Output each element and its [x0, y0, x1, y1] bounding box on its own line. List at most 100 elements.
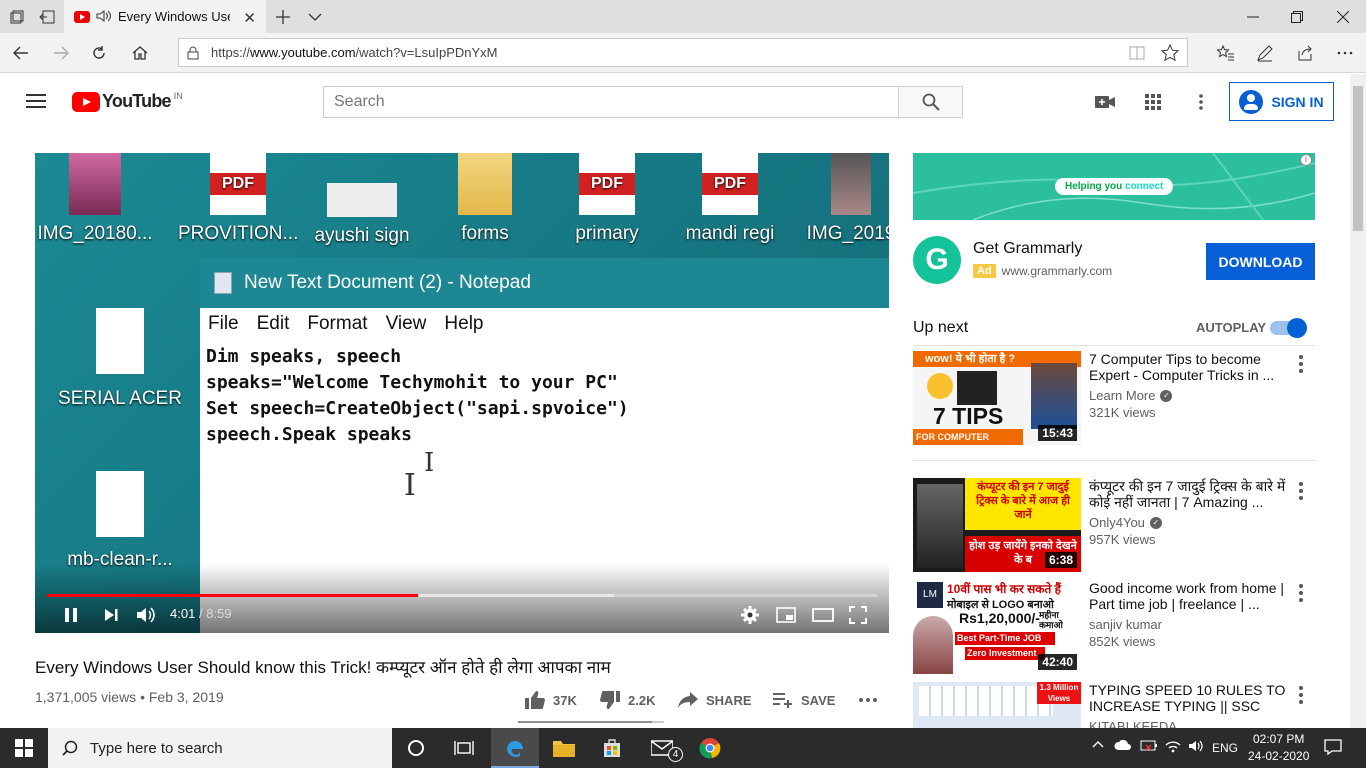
desktop-icon: PDF PROVITION...: [178, 153, 298, 245]
edge-browser-icon[interactable]: [491, 728, 539, 768]
home-icon[interactable]: [129, 42, 151, 64]
reading-view-icon[interactable]: [1129, 45, 1145, 61]
mail-icon[interactable]: 4: [638, 728, 686, 768]
close-window-icon[interactable]: [1320, 0, 1366, 33]
miniplayer-icon[interactable]: [774, 603, 798, 627]
battery-warning-icon[interactable]: [1140, 739, 1158, 753]
video-thumbnail[interactable]: 1.3 Million Views: [913, 682, 1081, 728]
recommended-video[interactable]: 1.3 Million Views TYPING SPEED 10 RULES …: [913, 682, 1315, 728]
video-duration: 15:43: [1038, 425, 1077, 441]
ad-banner-pill: Helping you connect: [1055, 178, 1174, 195]
hamburger-menu-icon[interactable]: [26, 94, 46, 112]
page-scrollbar[interactable]: [1350, 74, 1366, 728]
more-menu-icon[interactable]: [1334, 42, 1356, 64]
download-button[interactable]: DOWNLOAD: [1206, 243, 1315, 280]
store-icon[interactable]: [588, 728, 636, 768]
favorites-list-icon[interactable]: [1215, 42, 1237, 64]
view-count: 852K views: [1089, 634, 1156, 649]
video-title[interactable]: 7 Computer Tips to become Expert - Compu…: [1089, 351, 1289, 383]
video-menu-icon[interactable]: [1299, 584, 1303, 605]
save-button[interactable]: SAVE: [773, 689, 835, 711]
more-actions-icon[interactable]: [858, 689, 878, 711]
language-indicator[interactable]: ENG: [1212, 741, 1238, 755]
action-center-icon[interactable]: [1324, 739, 1342, 755]
taskbar-search-input[interactable]: Type here to search: [48, 728, 392, 768]
minimize-icon[interactable]: [1230, 0, 1276, 33]
progress-bar[interactable]: [47, 594, 877, 597]
browser-tab-active[interactable]: Every Windows Use ✕: [64, 0, 266, 33]
video-thumbnail[interactable]: LM 10वीं पास भी कर सकते हैं मोबाइल से LO…: [913, 580, 1081, 674]
system-clock[interactable]: 02:07 PM 24-02-2020: [1248, 731, 1309, 765]
recommended-video[interactable]: wow! ये भी होता है ? 7 TIPS FOR COMPUTER…: [913, 351, 1315, 445]
tabs-aside-icon[interactable]: [36, 6, 58, 28]
share-icon[interactable]: [1294, 42, 1316, 64]
refresh-icon[interactable]: [88, 42, 110, 64]
ad-info-icon[interactable]: i: [1300, 154, 1312, 166]
video-thumbnail[interactable]: कंप्यूटर की इन 7 जादुई ट्रिक्स के बारे म…: [913, 478, 1081, 572]
video-thumbnail[interactable]: wow! ये भी होता है ? 7 TIPS FOR COMPUTER…: [913, 351, 1081, 445]
autoplay-toggle[interactable]: [1270, 318, 1307, 338]
notepad-content: Dim speaks, speech speaks="Welcome Techy…: [200, 340, 889, 448]
network-icon[interactable]: [1164, 739, 1182, 753]
share-button[interactable]: SHARE: [678, 689, 752, 711]
search-input[interactable]: Search: [323, 86, 899, 118]
ad-banner[interactable]: Helping you connect: [913, 153, 1315, 220]
video-title[interactable]: TYPING SPEED 10 RULES TO INCREASE TYPING…: [1089, 682, 1289, 714]
video-menu-icon[interactable]: [1299, 686, 1303, 707]
tray-chevron-icon[interactable]: [1092, 739, 1104, 749]
windows-start-icon[interactable]: [0, 728, 48, 768]
code-line: Dim speaks, speech: [206, 346, 402, 367]
like-button[interactable]: 37K: [525, 689, 577, 711]
notepad-titlebar: New Text Document (2) - Notepad: [200, 258, 889, 308]
task-view-icon[interactable]: [440, 728, 488, 768]
desktop-icon: IMG_20180...: [35, 153, 155, 245]
favorite-star-icon[interactable]: [1161, 44, 1179, 62]
tab-close-icon[interactable]: ✕: [243, 9, 256, 27]
tab-actions-icon[interactable]: [6, 6, 28, 28]
youtube-header: YouTube IN Search SIGN IN: [0, 74, 1350, 129]
pause-icon[interactable]: [59, 603, 83, 627]
speaker-icon[interactable]: [96, 9, 112, 23]
next-icon[interactable]: [99, 603, 123, 627]
pen-icon[interactable]: [1254, 42, 1276, 64]
theater-mode-icon[interactable]: [810, 603, 836, 627]
view-count: 957K views: [1089, 532, 1156, 547]
video-meta: 1,371,005 views • Feb 3, 2019: [35, 689, 224, 705]
video-title[interactable]: Good income work from home | Part time j…: [1089, 580, 1289, 612]
chevron-down-icon[interactable]: [304, 6, 326, 28]
chrome-icon[interactable]: [686, 728, 734, 768]
apps-grid-icon[interactable]: [1141, 90, 1165, 114]
onedrive-icon[interactable]: [1114, 739, 1132, 751]
recommended-video[interactable]: कंप्यूटर की इन 7 जादुई ट्रिक्स के बारे म…: [913, 478, 1315, 572]
cortana-icon[interactable]: [392, 728, 440, 768]
video-player[interactable]: IMG_20180... PDF PROVITION... ayushi sig…: [35, 153, 889, 633]
volume-icon[interactable]: [133, 603, 159, 627]
dislike-button[interactable]: 2.2K: [600, 689, 655, 711]
fullscreen-icon[interactable]: [846, 603, 870, 627]
forward-arrow-icon[interactable]: [50, 42, 72, 64]
restore-icon[interactable]: [1274, 0, 1320, 33]
ad-name[interactable]: Get Grammarly: [973, 240, 1082, 258]
youtube-logo[interactable]: YouTube IN: [72, 91, 183, 112]
url-field[interactable]: https://www.youtube.com/watch?v=LsuIpPDn…: [178, 38, 1188, 67]
settings-gear-icon[interactable]: [738, 603, 762, 627]
desktop-icon: SERIAL ACER: [55, 308, 185, 410]
back-arrow-icon[interactable]: [10, 42, 32, 64]
video-title[interactable]: कंप्यूटर की इन 7 जादुई ट्रिक्स के बारे म…: [1089, 478, 1289, 510]
create-video-icon[interactable]: [1093, 90, 1117, 114]
new-tab-icon[interactable]: [272, 6, 294, 28]
scrollbar-thumb[interactable]: [1353, 86, 1363, 231]
settings-dots-icon[interactable]: [1189, 90, 1213, 114]
youtube-favicon-icon: [74, 10, 90, 23]
autoplay-label: AUTOPLAY: [1196, 320, 1267, 335]
desktop-icon: PDF primary: [547, 153, 667, 245]
video-menu-icon[interactable]: [1299, 355, 1303, 376]
text-cursor-icon: I: [404, 468, 416, 503]
sign-in-button[interactable]: SIGN IN: [1229, 82, 1334, 121]
file-explorer-icon[interactable]: [540, 728, 588, 768]
search-button[interactable]: [898, 86, 963, 118]
address-bar-row: https://www.youtube.com/watch?v=LsuIpPDn…: [0, 33, 1366, 73]
volume-tray-icon[interactable]: [1188, 739, 1206, 753]
video-menu-icon[interactable]: [1299, 482, 1303, 503]
recommended-video[interactable]: LM 10वीं पास भी कर सकते हैं मोबाइल से LO…: [913, 580, 1315, 674]
